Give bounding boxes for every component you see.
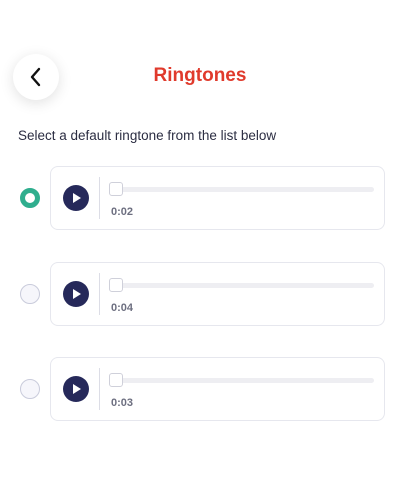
audio-player-card: 0:02 <box>50 166 385 230</box>
page-title: Ringtones <box>153 65 247 86</box>
progress-thumb[interactable] <box>109 373 123 387</box>
audio-player-card: 0:03 <box>50 357 385 421</box>
progress-track[interactable] <box>111 187 374 192</box>
ringtone-radio[interactable] <box>20 188 40 208</box>
play-icon <box>73 384 81 394</box>
play-button[interactable] <box>63 185 89 211</box>
divider <box>99 177 100 219</box>
ringtone-row: 0:04 <box>0 262 400 326</box>
duration-label: 0:04 <box>111 302 134 314</box>
audio-player-card: 0:04 <box>50 262 385 326</box>
progress-track[interactable] <box>111 283 374 288</box>
progress-thumb[interactable] <box>109 182 123 196</box>
ringtone-row: 0:02 <box>0 166 400 230</box>
ringtone-radio[interactable] <box>20 379 40 399</box>
progress-thumb[interactable] <box>109 278 123 292</box>
ringtone-radio[interactable] <box>20 284 40 304</box>
play-button[interactable] <box>63 376 89 402</box>
ringtone-row: 0:03 <box>0 357 400 421</box>
duration-label: 0:03 <box>111 397 134 409</box>
duration-label: 0:02 <box>111 206 134 218</box>
divider <box>99 368 100 410</box>
progress-track[interactable] <box>111 378 374 383</box>
page-subtitle: Select a default ringtone from the list … <box>18 128 277 143</box>
divider <box>99 273 100 315</box>
play-icon <box>73 289 81 299</box>
play-icon <box>73 193 81 203</box>
play-button[interactable] <box>63 281 89 307</box>
